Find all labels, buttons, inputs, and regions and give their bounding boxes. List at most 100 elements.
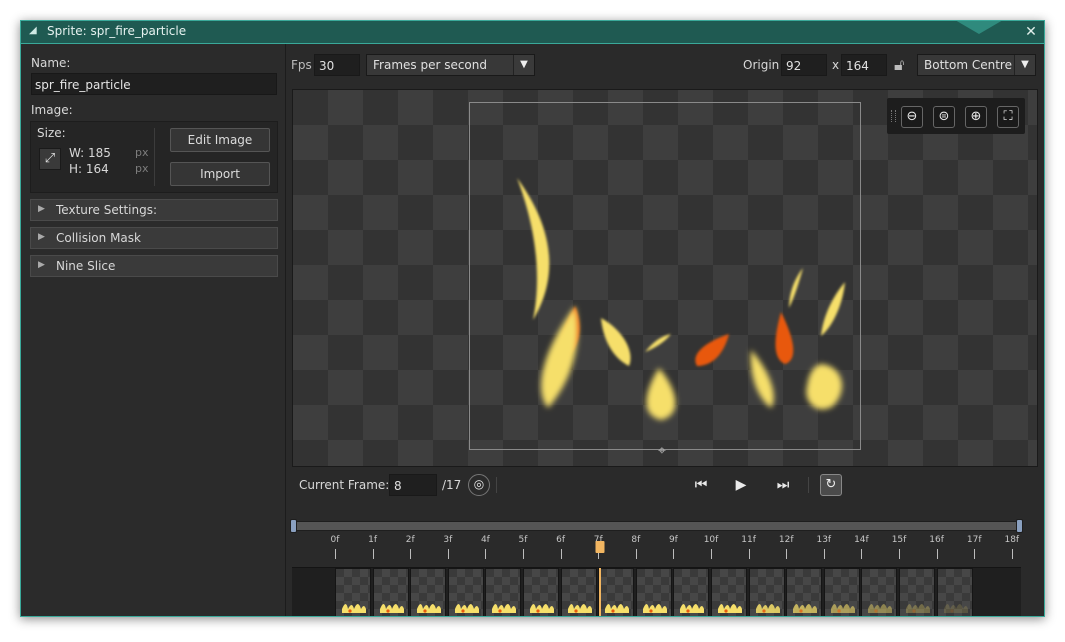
- frame-thumbnail[interactable]: [485, 568, 522, 616]
- height-value: H: 164: [69, 162, 109, 176]
- total-frames: /17: [442, 478, 462, 492]
- flame-particles: [517, 178, 845, 420]
- sprite-canvas[interactable]: ⌖ ⊖ ⊜ ⊕ ⛶: [292, 89, 1038, 467]
- timeline-tick-label: 4f: [480, 535, 490, 545]
- chevron-down-icon[interactable]: ▼: [1014, 55, 1035, 75]
- timeline-tick: [861, 549, 863, 559]
- play-icon[interactable]: ▶: [730, 474, 752, 496]
- frame-thumbnail[interactable]: [635, 568, 672, 616]
- lock-open-icon[interactable]: 🔓︎: [894, 55, 904, 75]
- fps-mode-value: Frames per second: [373, 58, 487, 72]
- edit-image-button[interactable]: Edit Image: [170, 128, 270, 152]
- section-collision-mask[interactable]: ▶ Collision Mask: [30, 227, 278, 249]
- sprite-preview: [517, 178, 845, 420]
- divider: [154, 128, 155, 186]
- title-notch-decoration: [955, 21, 1003, 34]
- section-texture-settings[interactable]: ▶ Texture Settings:: [30, 199, 278, 221]
- section-nine-slice[interactable]: ▶ Nine Slice: [30, 255, 278, 277]
- current-frame-input[interactable]: 8: [389, 474, 437, 496]
- width-unit: px: [135, 146, 149, 159]
- section-label: Collision Mask: [56, 231, 141, 245]
- origin-preset-select[interactable]: Bottom Centre ▼: [917, 54, 1036, 76]
- zoom-out-icon[interactable]: ⊖: [901, 106, 923, 128]
- frame-strip[interactable]: [292, 567, 1021, 616]
- zoom-in-icon[interactable]: ⊕: [965, 106, 987, 128]
- frame-thumbnail[interactable]: [372, 568, 409, 616]
- frame-thumbnail[interactable]: [748, 568, 785, 616]
- origin-separator: x: [832, 58, 840, 72]
- timeline-tick: [335, 549, 336, 559]
- current-frame-label: Current Frame:: [299, 478, 390, 492]
- zoom-toolbar: ⊖ ⊜ ⊕ ⛶: [887, 98, 1025, 134]
- fps-label: Fps: [291, 58, 312, 72]
- timeline-tick-label: 13f: [816, 535, 832, 545]
- range-end-handle[interactable]: [1016, 519, 1023, 533]
- frame-thumbnail[interactable]: [936, 568, 973, 616]
- chevron-right-icon: ▶: [38, 232, 45, 242]
- timeline-tick: [1011, 549, 1013, 559]
- playback-bar: Current Frame: 8 /17 ◎ ⏮ ▶ ⏭ ↻: [286, 471, 1044, 499]
- skip-first-icon[interactable]: ⏮: [690, 474, 712, 496]
- frame-thumbnail[interactable]: [786, 568, 823, 616]
- frame-thumbnail[interactable]: [335, 568, 371, 616]
- origin-x-input[interactable]: 92: [781, 54, 827, 76]
- onion-skin-icon[interactable]: ◎: [468, 474, 490, 496]
- timeline-tick-label: 6f: [556, 535, 566, 545]
- timeline-tick-label: 14f: [854, 535, 869, 545]
- timeline-tick-label: 1f: [368, 535, 378, 545]
- editor-area: Fps 30 Frames per second ▼ Origin 92 x 1…: [286, 44, 1044, 616]
- fit-screen-icon[interactable]: ⛶: [997, 106, 1019, 128]
- origin-y-input[interactable]: 164: [841, 54, 887, 76]
- divider: [808, 477, 809, 493]
- fps-mode-select[interactable]: Frames per second ▼: [366, 54, 535, 76]
- height-unit: px: [135, 162, 149, 175]
- frame-thumbnail[interactable]: [673, 568, 710, 616]
- frame-thumbnail[interactable]: [560, 568, 597, 616]
- frame-thumbnail[interactable]: [598, 568, 635, 616]
- size-label: Size:: [37, 126, 66, 140]
- timeline-scrollbar[interactable]: [290, 519, 1023, 533]
- collapse-icon[interactable]: ◢: [29, 25, 37, 36]
- width-value: W: 185: [69, 146, 111, 160]
- image-box: Size: ⤢ W: 185 px H: 164 px Edit Image I…: [30, 121, 278, 193]
- timeline-tick-label: 9f: [668, 535, 678, 545]
- timeline-tick: [936, 549, 938, 559]
- zoom-reset-icon[interactable]: ⊜: [933, 106, 955, 128]
- frame-thumbnail[interactable]: [711, 568, 747, 616]
- timeline-tick: [560, 549, 562, 559]
- section-label: Nine Slice: [56, 259, 116, 273]
- sprite-editor-window: ◢ Sprite: spr_fire_particle ✕ Name: spr_…: [20, 20, 1045, 617]
- timeline-tick-label: 11f: [741, 535, 756, 545]
- loop-icon[interactable]: ↻: [820, 474, 842, 496]
- name-label: Name:: [31, 56, 71, 70]
- frame-thumbnail[interactable]: [899, 568, 935, 616]
- skip-last-icon[interactable]: ⏭: [772, 474, 794, 496]
- frame-thumbnail[interactable]: [861, 568, 898, 616]
- timeline-ruler[interactable]: 0f 1f 2f 3f 4f 5f 6f 7f 8f 9f 10f 11f 12f 13f 14f 15f 16…: [292, 533, 1021, 565]
- properties-panel: Name: spr_fire_particle Image: Size: ⤢ W…: [21, 44, 286, 616]
- name-field[interactable]: spr_fire_particle: [31, 73, 277, 95]
- import-button[interactable]: Import: [170, 162, 270, 186]
- origin-marker-icon[interactable]: ⌖: [655, 444, 669, 458]
- origin-preset-value: Bottom Centre: [924, 58, 1012, 72]
- timeline-tick-label: 2f: [405, 535, 415, 545]
- chevron-right-icon: ▶: [38, 260, 45, 270]
- title-bar[interactable]: ◢ Sprite: spr_fire_particle ✕: [21, 21, 1044, 44]
- playhead-handle[interactable]: [595, 541, 605, 553]
- timeline-tick: [974, 549, 976, 559]
- frame-thumbnail[interactable]: [447, 568, 484, 616]
- timeline-tick: [786, 549, 788, 559]
- timeline-tick-label: 16f: [929, 535, 944, 545]
- frame-thumbnail[interactable]: [823, 568, 860, 616]
- frame-thumbnail[interactable]: [410, 568, 447, 616]
- chevron-down-icon[interactable]: ▼: [513, 55, 534, 75]
- playhead-line: [599, 568, 602, 616]
- fps-input[interactable]: 30: [314, 54, 360, 76]
- chevron-right-icon: ▶: [38, 204, 45, 214]
- range-start-handle[interactable]: [290, 519, 297, 533]
- timeline-tick-label: 12f: [778, 535, 794, 545]
- drag-handle[interactable]: [891, 110, 896, 122]
- frame-thumbnail[interactable]: [523, 568, 559, 616]
- resize-icon[interactable]: ⤢: [39, 148, 61, 170]
- close-icon[interactable]: ✕: [1022, 23, 1040, 41]
